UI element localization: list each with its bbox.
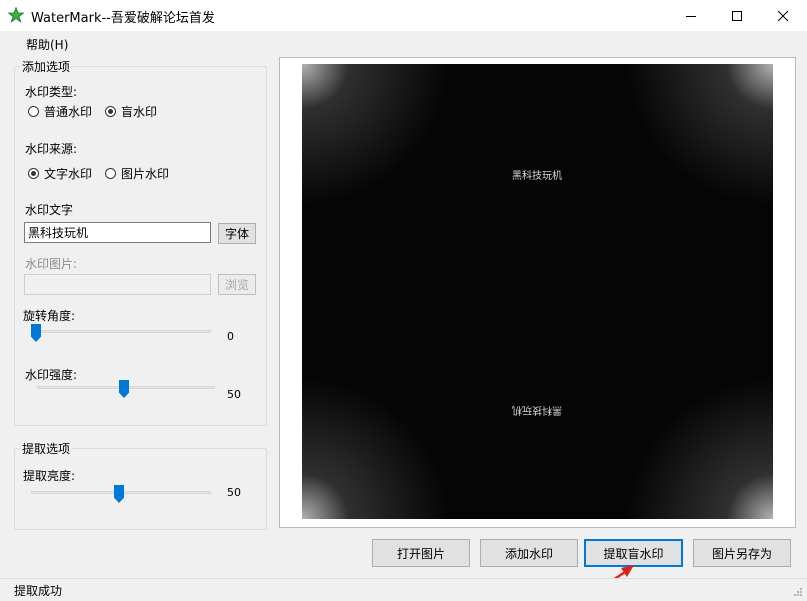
close-icon (777, 10, 789, 21)
rotation-label: 旋转角度: (23, 309, 76, 323)
watermark-source-label: 水印来源: (25, 142, 78, 156)
extracted-watermark-image (302, 64, 773, 519)
maximize-button[interactable] (714, 0, 760, 31)
radio-circle[interactable] (105, 168, 116, 179)
radio-text-watermark[interactable]: 文字水印 (28, 165, 92, 182)
status-text: 提取成功 (14, 584, 63, 598)
radio-circle-checked[interactable] (105, 106, 116, 117)
strength-label: 水印强度: (25, 368, 78, 382)
watermark-text-input[interactable]: 黑科技玩机 (24, 222, 211, 243)
radio-label: 盲水印 (121, 105, 158, 119)
green-star-icon (8, 7, 24, 23)
brightness-label: 提取亮度: (23, 469, 76, 483)
menu-help[interactable]: 帮助(H) (26, 36, 68, 53)
status-bar (0, 578, 807, 601)
extract-options-title: 提取选项 (20, 440, 73, 457)
watermark-image-input[interactable] (24, 274, 211, 295)
font-button[interactable]: 字体 (218, 223, 256, 244)
brightness-value: 50 (227, 486, 241, 499)
browse-button[interactable]: 浏览 (218, 274, 256, 295)
radio-label: 文字水印 (44, 167, 93, 181)
radio-circle-checked[interactable] (28, 168, 39, 179)
title-bar: WaterMark--吾爱破解论坛首发 (0, 0, 807, 31)
extracted-watermark-text: 黑科技玩机 (512, 171, 562, 182)
resize-grip-icon[interactable] (792, 586, 803, 597)
minimize-icon (686, 15, 696, 17)
open-image-button[interactable]: 打开图片 (372, 539, 470, 567)
save-image-as-button[interactable]: 图片另存为 (693, 539, 791, 567)
rotation-value: 0 (227, 330, 234, 343)
radio-label: 普通水印 (44, 105, 93, 119)
close-button[interactable] (760, 0, 806, 31)
radio-normal-watermark[interactable]: 普通水印 (28, 103, 92, 120)
maximize-icon (732, 10, 742, 21)
minimize-button[interactable] (668, 0, 714, 31)
radio-circle[interactable] (28, 106, 39, 117)
window-title: WaterMark--吾爱破解论坛首发 (31, 11, 215, 26)
extracted-watermark-text-mirrored: 黑科技玩机 (512, 404, 562, 415)
watermark-image-label: 水印图片: (25, 257, 78, 271)
radio-image-watermark[interactable]: 图片水印 (105, 165, 169, 182)
watermark-type-label: 水印类型: (25, 85, 78, 99)
add-watermark-button[interactable]: 添加水印 (480, 539, 578, 567)
radio-blind-watermark[interactable]: 盲水印 (105, 103, 157, 120)
strength-value: 50 (227, 388, 241, 401)
watermark-text-label: 水印文字 (25, 203, 74, 217)
rotation-slider-track[interactable] (33, 330, 211, 333)
add-options-title: 添加选项 (20, 58, 73, 75)
radio-label: 图片水印 (121, 167, 170, 181)
menu-bar (0, 31, 807, 55)
